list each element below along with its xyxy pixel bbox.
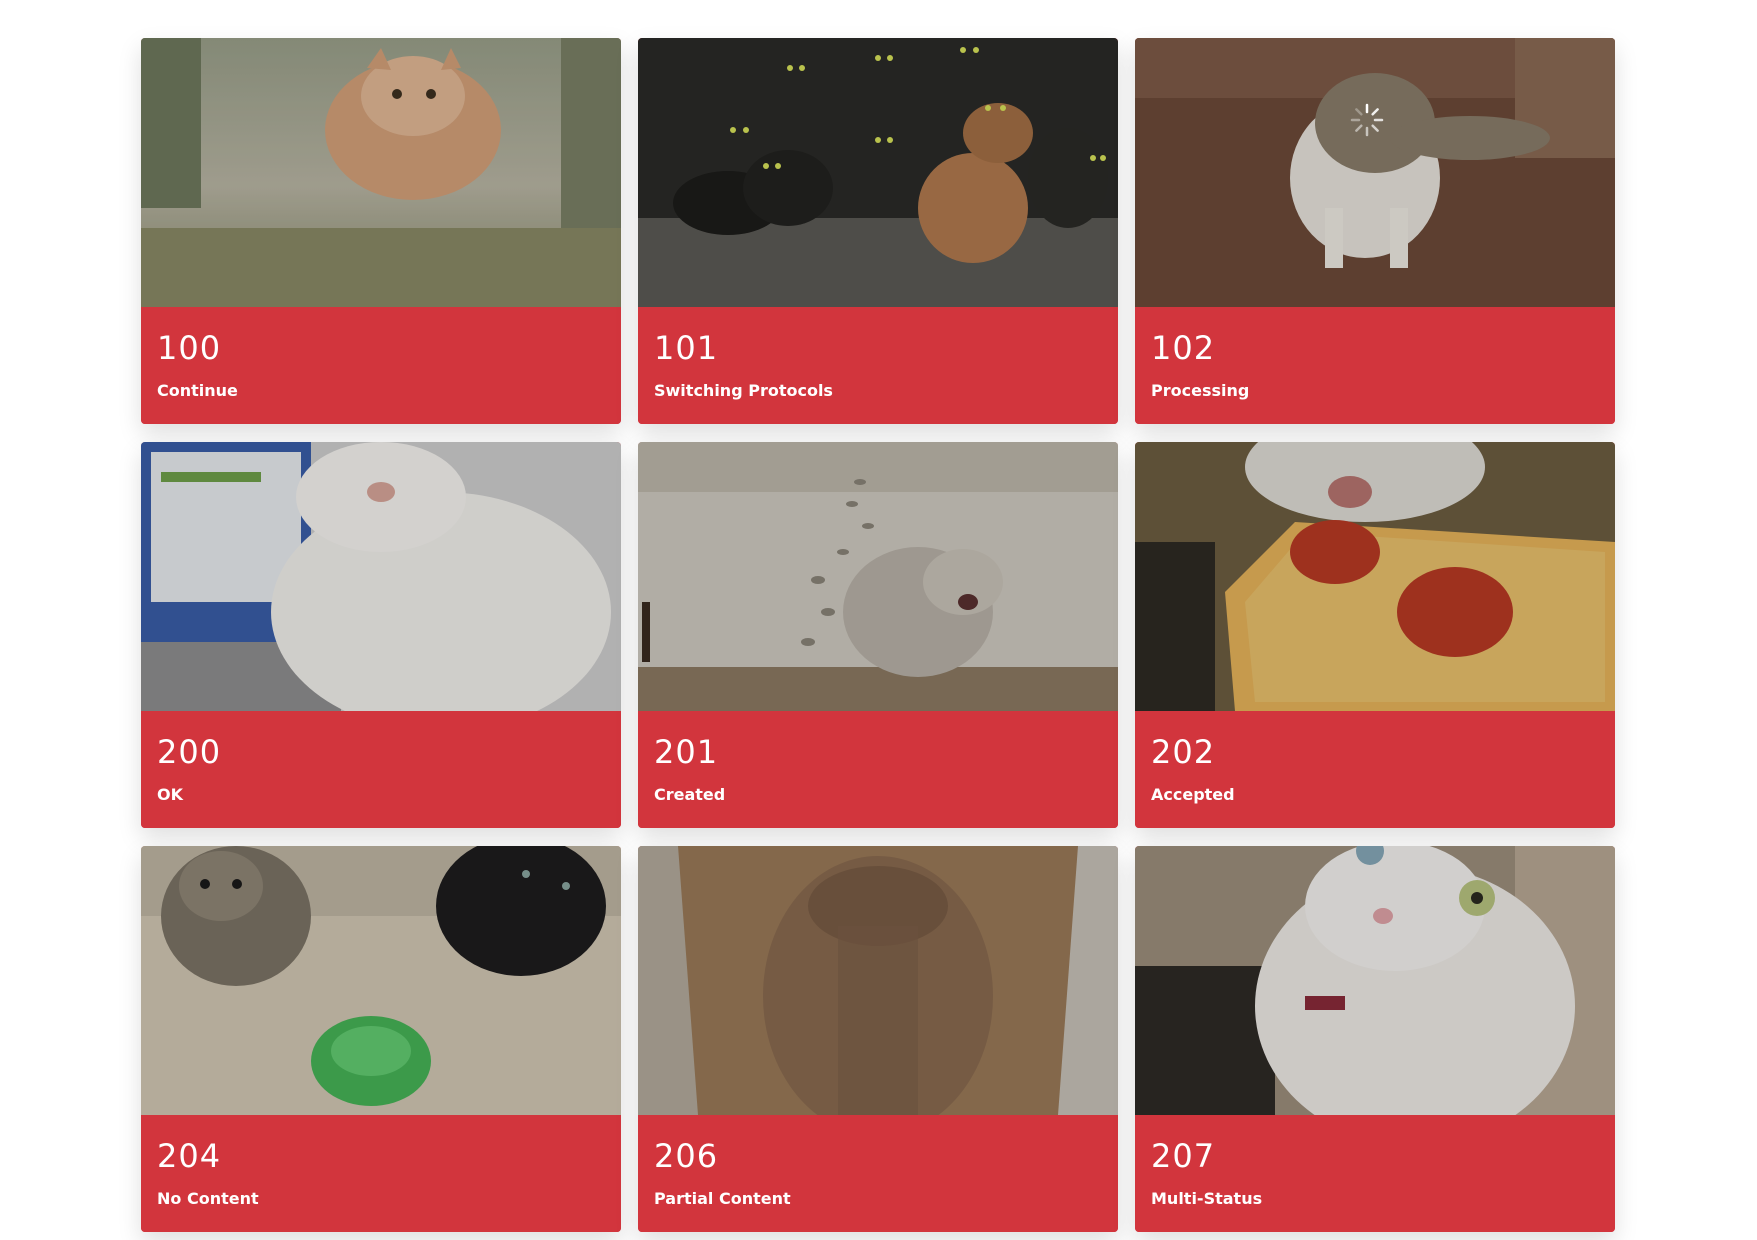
status-card-101[interactable]: 101 Switching Protocols <box>638 38 1118 424</box>
status-label: Switching Protocols <box>654 381 833 400</box>
status-card-204[interactable]: 204 No Content <box>141 846 621 1232</box>
status-caption: 201 Created <box>638 711 1118 828</box>
status-caption: 202 Accepted <box>1135 711 1615 828</box>
status-code: 102 <box>1151 329 1216 367</box>
status-caption: 206 Partial Content <box>638 1115 1118 1232</box>
floating-cat-photo <box>141 38 621 307</box>
cat-on-floor-photo <box>1135 38 1615 307</box>
status-card-207[interactable]: 207 Multi-Status <box>1135 846 1615 1232</box>
status-label: Multi-Status <box>1151 1189 1263 1208</box>
status-code: 204 <box>157 1137 222 1175</box>
cat-eating-pizza-photo <box>1135 442 1615 711</box>
cat-paw-prints-concrete-photo <box>638 442 1118 711</box>
status-card-201[interactable]: 201 Created <box>638 442 1118 828</box>
status-label: Processing <box>1151 381 1250 400</box>
status-code: 100 <box>157 329 222 367</box>
status-card-200[interactable]: 200 OK <box>141 442 621 828</box>
status-label: Continue <box>157 381 238 400</box>
status-code: 202 <box>1151 733 1216 771</box>
status-code: 101 <box>654 329 719 367</box>
status-caption: 102 Processing <box>1135 307 1615 424</box>
status-card-202[interactable]: 202 Accepted <box>1135 442 1615 828</box>
cats-glowing-eyes-photo <box>638 38 1118 307</box>
status-card-100[interactable]: 100 Continue <box>141 38 621 424</box>
status-code: 206 <box>654 1137 719 1175</box>
two-cats-empty-bowl-photo <box>141 846 621 1115</box>
status-label: Partial Content <box>654 1189 791 1208</box>
status-caption: 204 No Content <box>141 1115 621 1232</box>
white-cat-odd-eyes-photo <box>1135 846 1615 1115</box>
status-card-102[interactable]: 102 Processing <box>1135 38 1615 424</box>
status-caption: 100 Continue <box>141 307 621 424</box>
status-card-grid: 100 Continue 101 Switching Protocols 102… <box>141 38 1616 1232</box>
status-caption: 207 Multi-Status <box>1135 1115 1615 1232</box>
status-label: Accepted <box>1151 785 1235 804</box>
status-code: 200 <box>157 733 222 771</box>
status-code: 201 <box>654 733 719 771</box>
status-caption: 200 OK <box>141 711 621 828</box>
cat-in-paper-bag-photo <box>638 846 1118 1115</box>
status-card-206[interactable]: 206 Partial Content <box>638 846 1118 1232</box>
status-label: No Content <box>157 1189 259 1208</box>
white-cat-laptop-photo <box>141 442 621 711</box>
status-code: 207 <box>1151 1137 1216 1175</box>
loading-spinner-icon <box>1350 103 1384 137</box>
status-label: OK <box>157 785 183 804</box>
status-caption: 101 Switching Protocols <box>638 307 1118 424</box>
status-label: Created <box>654 785 726 804</box>
